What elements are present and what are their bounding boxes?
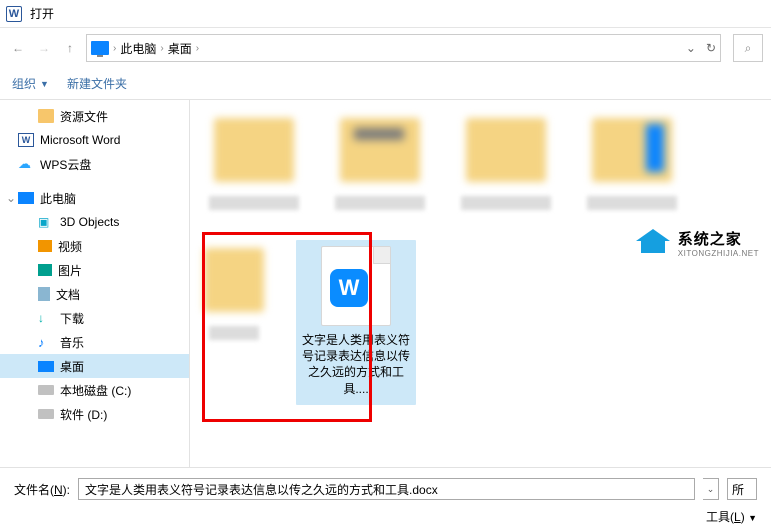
toolbar: 组织 ▼ 新建文件夹 (0, 68, 771, 100)
filetype-filter[interactable]: 所 (727, 478, 757, 500)
chevron-down-icon: ▼ (40, 79, 49, 89)
folder-icon (38, 109, 54, 123)
sidebar-video[interactable]: 视频 (0, 234, 189, 258)
breadcrumb-root[interactable]: 此电脑 (120, 40, 156, 57)
video-icon (38, 240, 52, 252)
sidebar-pictures[interactable]: 图片 (0, 258, 189, 282)
forward-button[interactable]: → (34, 38, 54, 58)
filename-label: 文件名(N): (14, 481, 70, 498)
chevron-right-icon: › (160, 43, 163, 54)
music-icon: ♪ (38, 335, 54, 349)
back-button[interactable]: ← (8, 38, 28, 58)
navigation-bar: ← → ↑ › 此电脑 › 桌面 › ⌄ ↻ ⌕ (0, 28, 771, 68)
navigation-sidebar: 资源文件 WMicrosoft Word ☁WPS云盘 此电脑 ▣3D Obje… (0, 100, 190, 467)
cloud-icon: ☁ (18, 157, 34, 171)
word-icon: W (18, 133, 34, 147)
drive-icon (38, 409, 54, 419)
pc-icon (18, 192, 34, 204)
folder-item[interactable] (330, 110, 430, 210)
sidebar-this-pc[interactable]: 此电脑 (0, 186, 189, 210)
drive-icon (38, 385, 54, 395)
sidebar-drive-c[interactable]: 本地磁盘 (C:) (0, 378, 189, 402)
folder-item[interactable] (204, 110, 304, 210)
search-icon: ⌕ (745, 41, 752, 56)
tools-menu[interactable]: 工具(L) ▼ (706, 508, 757, 525)
up-button[interactable]: ↑ (60, 38, 80, 58)
sidebar-downloads[interactable]: ↓下载 (0, 306, 189, 330)
chevron-right-icon: › (113, 43, 116, 54)
word-app-icon: W (6, 6, 22, 22)
address-bar[interactable]: › 此电脑 › 桌面 › ⌄ ↻ (86, 34, 721, 62)
sidebar-wps[interactable]: ☁WPS云盘 (0, 152, 189, 176)
downloads-icon: ↓ (38, 311, 54, 325)
sidebar-drive-d[interactable]: 软件 (D:) (0, 402, 189, 426)
file-list: W 文字是人类用表义符号记录表达信息以传之久远的方式和工具.... 系统之家XI… (190, 100, 771, 467)
wps-word-badge-icon: W (330, 269, 368, 307)
pc-icon (91, 41, 109, 55)
filename-dropdown[interactable]: ⌄ (703, 478, 719, 500)
titlebar: W 打开 (0, 0, 771, 28)
sidebar-desktop[interactable]: 桌面 (0, 354, 189, 378)
search-box[interactable]: ⌕ (733, 34, 763, 62)
sidebar-music[interactable]: ♪音乐 (0, 330, 189, 354)
file-item-docx[interactable]: W 文字是人类用表义符号记录表达信息以传之久远的方式和工具.... (296, 240, 416, 405)
cube-icon: ▣ (38, 215, 54, 229)
organize-menu[interactable]: 组织 ▼ (12, 75, 49, 92)
desktop-icon (38, 361, 54, 372)
pictures-icon (38, 264, 52, 276)
sidebar-3d-objects[interactable]: ▣3D Objects (0, 210, 189, 234)
chevron-down-icon: ▼ (748, 513, 757, 523)
sidebar-documents[interactable]: 文档 (0, 282, 189, 306)
sidebar-resources[interactable]: 资源文件 (0, 104, 189, 128)
document-icon: W (321, 246, 391, 326)
new-folder-button[interactable]: 新建文件夹 (67, 75, 127, 92)
window-title: 打开 (30, 5, 54, 22)
dialog-footer: 文件名(N): ⌄ 所 工具(L) ▼ (0, 467, 771, 531)
dropdown-icon[interactable]: ⌄ (686, 41, 696, 55)
folder-item[interactable] (204, 240, 264, 405)
folder-item[interactable] (456, 110, 556, 210)
chevron-right-icon: › (196, 43, 199, 54)
refresh-icon[interactable]: ↻ (706, 41, 716, 55)
filename-input[interactable] (78, 478, 695, 500)
sidebar-word[interactable]: WMicrosoft Word (0, 128, 189, 152)
breadcrumb-desktop[interactable]: 桌面 (168, 40, 192, 57)
documents-icon (38, 287, 50, 301)
file-label: 文字是人类用表义符号记录表达信息以传之久远的方式和工具.... (301, 332, 411, 397)
folder-item[interactable] (582, 110, 682, 210)
